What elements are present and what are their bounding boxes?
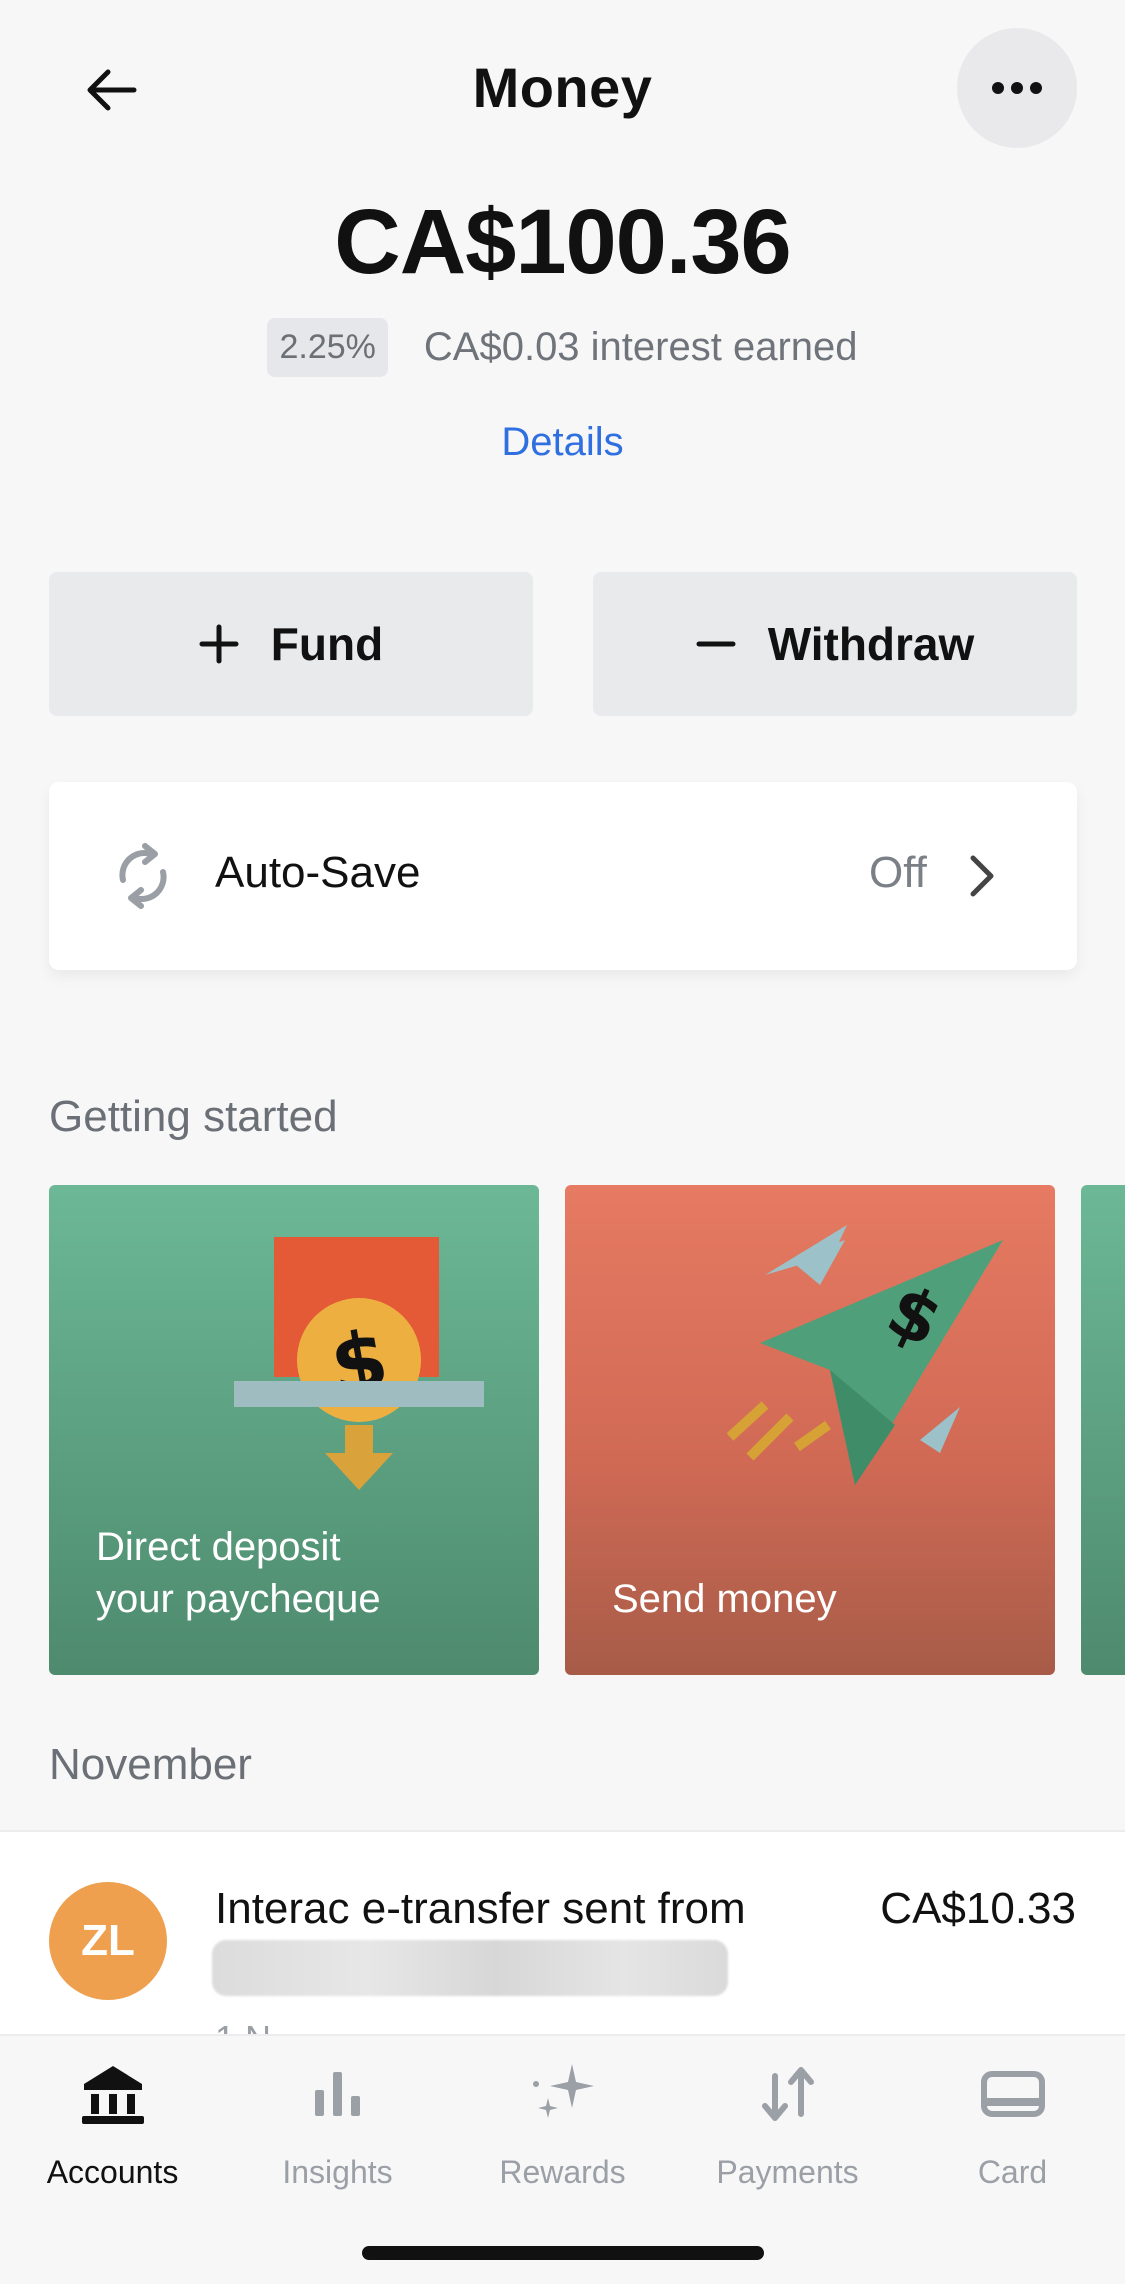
send-money-card[interactable]: $ Send money <box>565 1185 1055 1675</box>
nav-accounts[interactable]: Accounts <box>0 2060 225 2210</box>
transaction-row[interactable]: ZL Interac e-transfer sent from CA$10.33… <box>0 1830 1125 2038</box>
auto-save-label: Auto-Save <box>215 848 421 897</box>
more-dots-icon <box>992 82 1042 94</box>
sparkle-icon <box>532 2064 594 2118</box>
plus-icon <box>199 624 239 664</box>
nav-card-label: Card <box>977 2154 1048 2190</box>
refresh-icon <box>119 843 167 909</box>
direct-deposit-card-text: Direct deposit your paycheque <box>96 1525 381 1621</box>
send-money-plane-icon: $ <box>726 1225 1003 1485</box>
avatar: ZL <box>49 1882 167 2000</box>
withdraw-label: Withdraw <box>767 618 975 670</box>
deposit-illustration-icon: $ <box>234 1237 484 1490</box>
fund-button[interactable]: Fund <box>49 572 533 716</box>
direct-deposit-card[interactable]: $ Direct deposit your paycheque <box>49 1185 539 1675</box>
more-options-button[interactable] <box>957 28 1077 148</box>
auto-save-row[interactable]: Auto-Save Off <box>49 782 1077 970</box>
interest-row: 2.25% CA$0.03 interest earned <box>0 318 1125 377</box>
details-link[interactable]: Details <box>0 420 1125 465</box>
withdraw-button[interactable]: Withdraw <box>593 572 1077 716</box>
interest-rate-badge: 2.25% <box>267 318 388 377</box>
card-icon <box>980 2071 1045 2117</box>
transaction-title: Interac e-transfer sent from <box>215 1884 746 1933</box>
fund-label: Fund <box>270 618 384 670</box>
redacted-name <box>212 1940 728 1996</box>
nav-insights-label: Insights <box>282 2154 393 2190</box>
nav-rewards-label: Rewards <box>499 2154 626 2190</box>
account-balance: CA$100.36 <box>334 191 791 293</box>
minus-icon <box>696 641 736 647</box>
nav-rewards[interactable]: Rewards <box>450 2060 675 2210</box>
nav-insights[interactable]: Insights <box>225 2060 450 2210</box>
interest-earned-text: CA$0.03 interest earned <box>423 325 858 369</box>
nav-payments-label: Payments <box>716 2154 859 2190</box>
transfer-arrows-icon <box>761 2067 814 2121</box>
chevron-right-icon <box>970 855 994 897</box>
transaction-amount: CA$10.33 <box>880 1884 1076 1933</box>
nav-accounts-label: Accounts <box>46 2154 179 2190</box>
send-money-card-text: Send money <box>612 1577 837 1621</box>
auto-save-status: Off <box>869 848 927 897</box>
home-indicator <box>362 2246 764 2260</box>
bar-chart-icon <box>314 2072 360 2116</box>
next-getting-started-card[interactable] <box>1081 1185 1125 1675</box>
nav-card[interactable]: Card <box>900 2060 1125 2210</box>
nav-payments[interactable]: Payments <box>675 2060 900 2210</box>
bank-icon <box>81 2066 144 2124</box>
getting-started-heading: Getting started <box>49 1092 338 1141</box>
month-heading: November <box>49 1740 252 1789</box>
